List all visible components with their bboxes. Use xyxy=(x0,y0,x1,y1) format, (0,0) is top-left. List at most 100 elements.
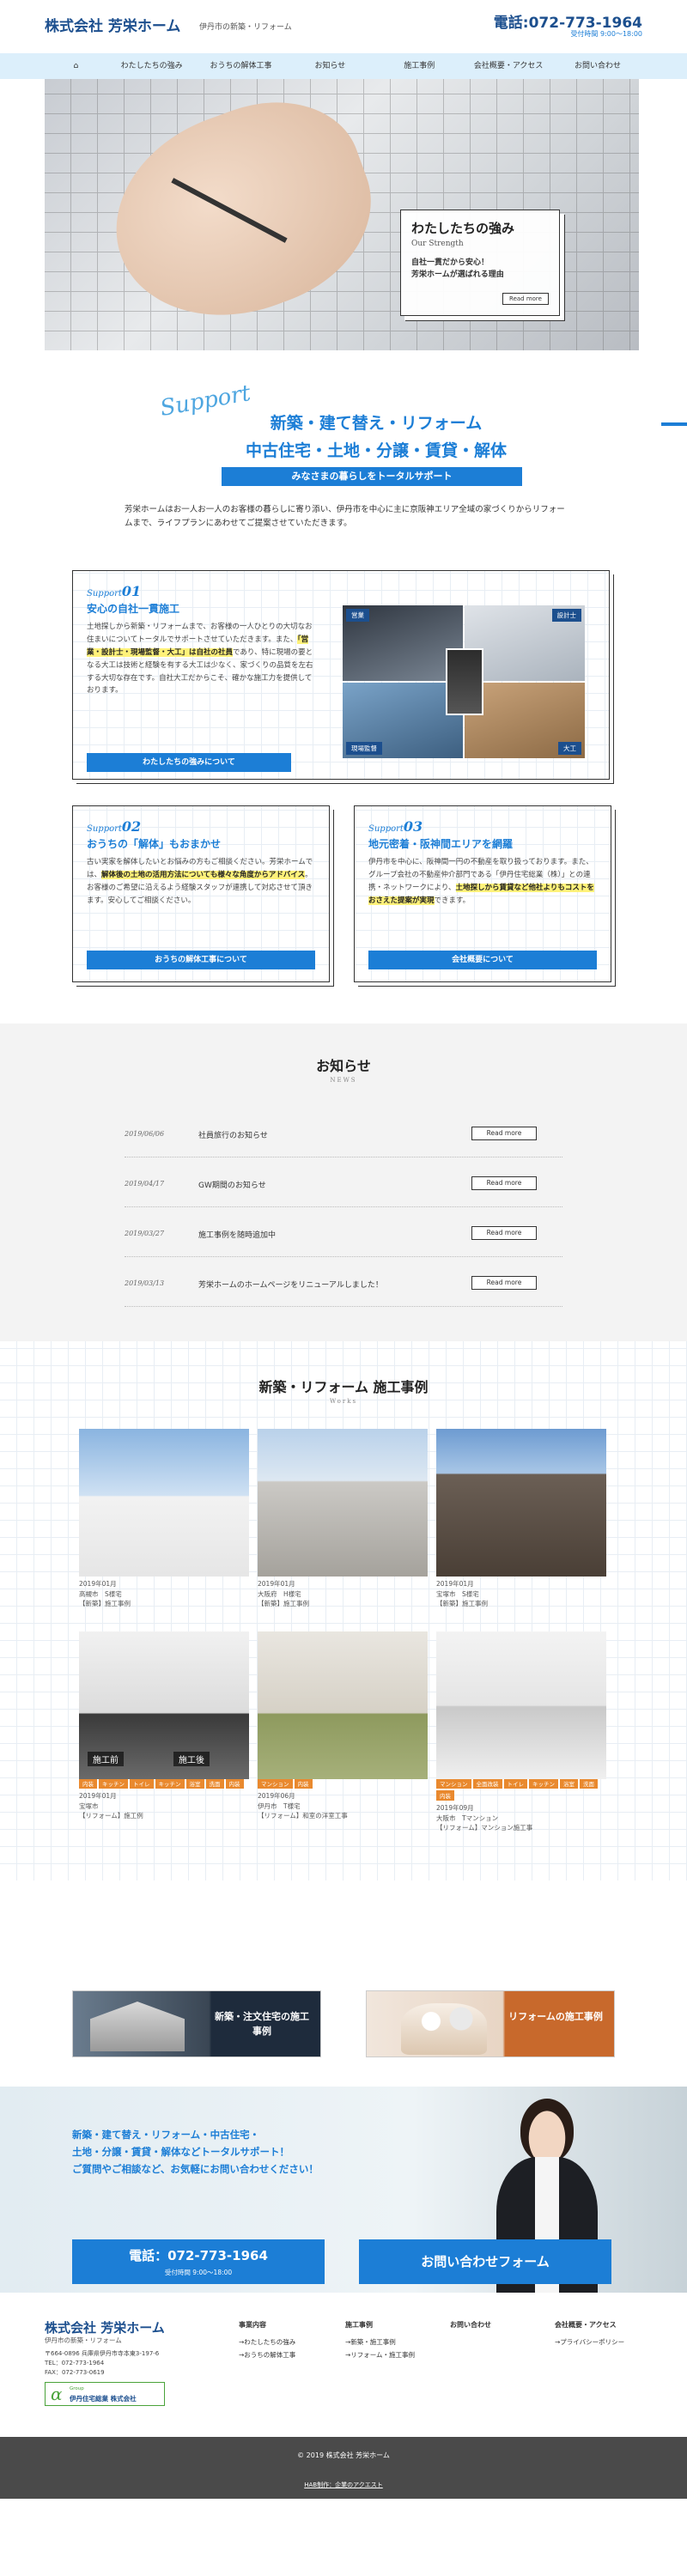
footer-link[interactable]: →新築・施工事例 xyxy=(345,2336,415,2348)
footer-link[interactable]: →おうちの解体工事 xyxy=(239,2348,295,2361)
nav-item-strength[interactable]: わたしたちの強み xyxy=(107,53,197,79)
news-section: お知らせ NEWS 2019/06/06 社員旅行のお知らせ Read more… xyxy=(0,1024,687,1341)
work-tag: 洗面 xyxy=(580,1778,598,1789)
footer-col-head[interactable]: 施工事例 xyxy=(345,2318,415,2332)
reform-works-banner[interactable]: リフォームの施工事例 xyxy=(366,1990,615,2057)
footer-address: 〒664-0896 兵庫県伊丹市寺本東3-197-6 TEL：072-773-1… xyxy=(45,2350,160,2376)
news-link[interactable]: GW期間のお知らせ xyxy=(198,1179,266,1190)
copyright-bar: © 2019 株式会社 芳栄ホーム HAB制作：企業のアクエスト xyxy=(0,2437,687,2499)
group-badge-text: 伊丹住宅総業 株式会社 xyxy=(70,2395,137,2403)
footer-link[interactable]: →リフォーム・施工事例 xyxy=(345,2348,415,2361)
support-01-title: 安心の自社一貫施工 xyxy=(87,603,180,615)
work-tag: 全面改装 xyxy=(472,1778,502,1789)
news-date: 2019/04/17 xyxy=(125,1180,165,1188)
support-card-01: Support01 安心の自社一貫施工 土地探しから新築・リフォームまで、お客様… xyxy=(72,570,610,780)
site-logo[interactable]: 株式会社 芳栄ホーム xyxy=(45,14,180,35)
new-build-banner-label: 新築・注文住宅の施工事例 xyxy=(215,2011,309,2037)
site-header: 株式会社 芳栄ホーム 伊丹市の新築・リフォーム 電話:072-773-1964 … xyxy=(0,0,687,53)
footer-col-head[interactable]: 会社概要・アクセス xyxy=(555,2318,624,2332)
work-tag: 内装 xyxy=(436,1790,454,1801)
news-read-more-button[interactable]: Read more xyxy=(471,1176,537,1190)
strength-desc: 自社一貫だから安心！ 芳栄ホームが選ばれる理由 xyxy=(411,257,549,282)
news-subtitle: NEWS xyxy=(330,1077,357,1084)
support-01-label: Support01 xyxy=(87,583,142,599)
news-link[interactable]: 施工事例を随時追加中 xyxy=(198,1229,276,1240)
work-photo[interactable]: 施工前 施工後 xyxy=(79,1631,249,1779)
news-item: 2019/03/13 芳栄ホームのホームページをリニューアルしました！ Read… xyxy=(125,1264,562,1307)
news-date: 2019/03/13 xyxy=(125,1279,165,1287)
works-title: 新築・リフォーム 施工事例 xyxy=(258,1379,429,1395)
nav-item-contact[interactable]: お問い合わせ xyxy=(553,53,642,79)
hero-image: わたしたちの強み Our Strength 自社一貫だから安心！ 芳栄ホームが選… xyxy=(45,79,639,350)
news-item: 2019/03/27 施工事例を随時追加中 Read more xyxy=(125,1214,562,1257)
work-tags: マンション 全面改装 トイレ キッチン 浴室 洗面 内装 xyxy=(436,1778,606,1801)
work-tags: 内装 キッチン トイレ キッチン 浴室 洗面 内装 xyxy=(79,1778,249,1789)
work-card[interactable]: 2019年01月 大阪府 H様宅 【新築】施工事例 xyxy=(258,1429,428,1609)
after-label: 施工後 xyxy=(173,1752,210,1766)
footer-link[interactable]: →プライバシーポリシー xyxy=(555,2336,624,2348)
footer-logo[interactable]: 株式会社 芳栄ホーム xyxy=(45,2318,165,2336)
work-tag: キッチン xyxy=(529,1778,558,1789)
phone-contact-label: 電話：072-773-1964 xyxy=(129,2248,268,2263)
strength-link-button[interactable]: わたしたちの強みについて xyxy=(87,753,291,772)
news-date: 2019/06/06 xyxy=(125,1130,165,1138)
news-read-more-button[interactable]: Read more xyxy=(471,1276,537,1290)
nav-home-icon[interactable]: ⌂ xyxy=(45,53,107,79)
contact-form-button[interactable]: お問い合わせフォーム xyxy=(359,2239,611,2284)
work-meta: 2019年09月 大阪市 Tマンション 【リフォーム】マンション施工事 xyxy=(436,1804,533,1832)
work-tag: トイレ xyxy=(130,1778,154,1789)
nav-item-demolition[interactable]: おうちの解体工事 xyxy=(197,53,286,79)
nav-item-works[interactable]: 施工事例 xyxy=(374,53,464,79)
strength-read-more-button[interactable]: Read more xyxy=(502,293,549,305)
news-read-more-button[interactable]: Read more xyxy=(471,1127,537,1140)
news-read-more-button[interactable]: Read more xyxy=(471,1226,537,1240)
work-photo[interactable] xyxy=(258,1631,428,1779)
news-item: 2019/04/17 GW期間のお知らせ Read more xyxy=(125,1164,562,1207)
demolition-link-button[interactable]: おうちの解体工事について xyxy=(87,951,315,969)
works-section: 新築・リフォーム 施工事例 Works 2019年01月 高槻市 S様宅 【新築… xyxy=(0,1341,687,1880)
work-card[interactable]: 施工前 施工後 内装 キッチン トイレ キッチン 浴室 洗面 内装 2019年0… xyxy=(79,1631,249,1821)
work-meta: 2019年01月 大阪府 H様宅 【新築】施工事例 xyxy=(258,1580,309,1608)
footer-link[interactable]: →わたしたちの強み xyxy=(239,2336,295,2348)
work-card[interactable]: マンション 全面改装 トイレ キッチン 浴室 洗面 内装 2019年09月 大阪… xyxy=(436,1631,606,1833)
news-link[interactable]: 芳栄ホームのホームページをリニューアルしました！ xyxy=(198,1279,383,1290)
work-card[interactable]: 2019年01月 高槻市 S様宅 【新築】施工事例 xyxy=(79,1429,249,1609)
footer-col-head[interactable]: 事業内容 xyxy=(239,2318,295,2332)
work-tag: 浴室 xyxy=(560,1778,578,1789)
company-link-button[interactable]: 会社概要について xyxy=(368,951,597,969)
work-tag: キッチン xyxy=(155,1778,185,1789)
nav-item-news[interactable]: お知らせ xyxy=(285,53,374,79)
work-photo[interactable] xyxy=(258,1429,428,1577)
new-build-works-banner[interactable]: 新築・注文住宅の施工事例 xyxy=(72,1990,321,2057)
strength-desc-line2: 芳栄ホームが選ばれる理由 xyxy=(411,270,504,280)
support-01-body: Support01 安心の自社一貫施工 土地探しから新築・リフォームまで、お客様… xyxy=(87,583,319,697)
nav-item-company[interactable]: 会社概要・アクセス xyxy=(464,53,553,79)
support-02-title: おうちの「解体」もおまかせ xyxy=(87,838,222,850)
house-photo xyxy=(90,2002,185,2051)
intro-banner: みなさまの暮らしをトータルサポート xyxy=(222,467,522,486)
site-footer: 株式会社 芳栄ホーム 伊丹市の新築・リフォーム 〒664-0896 兵庫県伊丹市… xyxy=(0,2293,687,2406)
side-accent-bar xyxy=(661,422,687,426)
work-card[interactable]: 2019年01月 宝塚市 S様宅 【新築】施工事例 xyxy=(436,1429,606,1609)
support-02-label: Support02 xyxy=(87,818,142,835)
group-company-badge[interactable]: α Group 伊丹住宅総業 株式会社 xyxy=(45,2382,165,2406)
phone-contact-button[interactable]: 電話：072-773-1964 受付時間 9:00～18:00 xyxy=(72,2239,325,2284)
work-tag: 洗面 xyxy=(205,1778,224,1789)
collage-supervisor: 現場監督 xyxy=(343,683,463,758)
collage-sales: 営業 xyxy=(343,605,463,681)
news-link[interactable]: 社員旅行のお知らせ xyxy=(198,1129,268,1140)
strength-title: わたしたちの強み xyxy=(411,221,515,236)
work-photo[interactable] xyxy=(79,1429,249,1577)
news-title: お知らせ xyxy=(316,1058,371,1074)
work-photo[interactable] xyxy=(436,1429,606,1577)
reform-banner-label: リフォームの施工事例 xyxy=(508,2011,603,2022)
news-date: 2019/03/27 xyxy=(125,1230,165,1237)
footer-col-head[interactable]: お問い合わせ xyxy=(450,2318,491,2332)
site-tagline: 伊丹市の新築・リフォーム xyxy=(199,23,292,32)
work-card[interactable]: マンション 内装 2019年06月 伊丹市 T様宅 【リフォーム】和室の洋室工事 xyxy=(258,1631,428,1821)
credit-link[interactable]: HAB制作：企業のアクエスト xyxy=(0,2481,687,2489)
intro-text: 芳栄ホームはお一人お一人のお客様の暮らしに寄り添い、伊丹市を中心に主に京阪神エリ… xyxy=(125,505,565,529)
support-card-02: Support02 おうちの「解体」もおまかせ 古い実家を解体したいとお悩みの方… xyxy=(72,805,330,982)
support-03-text: 伊丹市を中心に、阪神間一円の不動産を取り扱っております。また、グループ会社の不動… xyxy=(368,858,594,905)
work-photo[interactable] xyxy=(436,1631,606,1779)
